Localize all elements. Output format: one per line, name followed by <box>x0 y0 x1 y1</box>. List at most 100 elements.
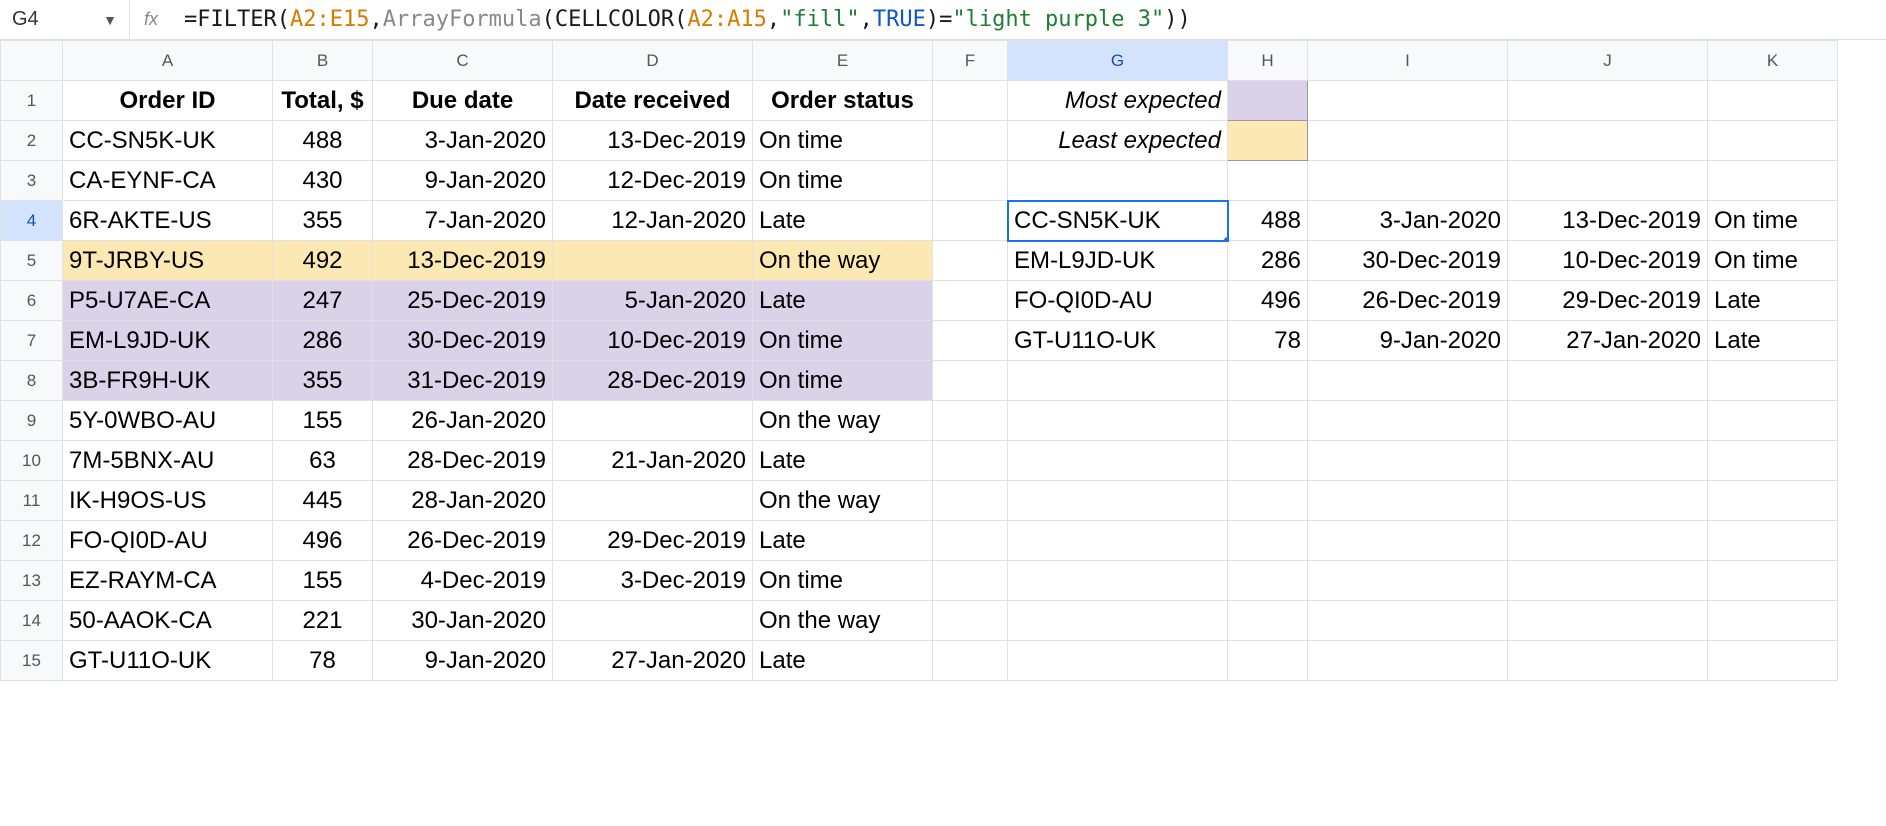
cell-C14[interactable]: 30-Jan-2020 <box>373 601 553 641</box>
cell-J11[interactable] <box>1508 481 1708 521</box>
cell-K10[interactable] <box>1708 441 1838 481</box>
cell-G3[interactable] <box>1008 161 1228 201</box>
cell-C13[interactable]: 4-Dec-2019 <box>373 561 553 601</box>
cell-C12[interactable]: 26-Dec-2019 <box>373 521 553 561</box>
cell-K11[interactable] <box>1708 481 1838 521</box>
cell-E15[interactable]: Late <box>753 641 933 681</box>
cell-D11[interactable] <box>553 481 753 521</box>
name-box[interactable]: G4 ▼ <box>0 0 130 39</box>
cell-B7[interactable]: 286 <box>273 321 373 361</box>
col-header-J[interactable]: J <box>1508 41 1708 81</box>
cell-J14[interactable] <box>1508 601 1708 641</box>
col-header-D[interactable]: D <box>553 41 753 81</box>
cell-J3[interactable] <box>1508 161 1708 201</box>
row-header-2[interactable]: 2 <box>1 121 63 161</box>
col-header-F[interactable]: F <box>933 41 1008 81</box>
cell-K5[interactable]: On time <box>1708 241 1838 281</box>
cell-I8[interactable] <box>1308 361 1508 401</box>
row-header-9[interactable]: 9 <box>1 401 63 441</box>
row-header-10[interactable]: 10 <box>1 441 63 481</box>
cell-C8[interactable]: 31-Dec-2019 <box>373 361 553 401</box>
cell-C6[interactable]: 25-Dec-2019 <box>373 281 553 321</box>
cell-F14[interactable] <box>933 601 1008 641</box>
cell-G6[interactable]: FO-QI0D-AU <box>1008 281 1228 321</box>
cell-B2[interactable]: 488 <box>273 121 373 161</box>
cell-F4[interactable] <box>933 201 1008 241</box>
cell-D4[interactable]: 12-Jan-2020 <box>553 201 753 241</box>
cell-H13[interactable] <box>1228 561 1308 601</box>
cell-H8[interactable] <box>1228 361 1308 401</box>
cell-G14[interactable] <box>1008 601 1228 641</box>
cell-C2[interactable]: 3-Jan-2020 <box>373 121 553 161</box>
cell-K4[interactable]: On time <box>1708 201 1838 241</box>
cell-D15[interactable]: 27-Jan-2020 <box>553 641 753 681</box>
cell-B8[interactable]: 355 <box>273 361 373 401</box>
cell-G7[interactable]: GT-U11O-UK <box>1008 321 1228 361</box>
cell-D5[interactable] <box>553 241 753 281</box>
cell-C11[interactable]: 28-Jan-2020 <box>373 481 553 521</box>
cell-F12[interactable] <box>933 521 1008 561</box>
cell-D3[interactable]: 12-Dec-2019 <box>553 161 753 201</box>
cell-F8[interactable] <box>933 361 1008 401</box>
cell-E7[interactable]: On time <box>753 321 933 361</box>
cell-I4[interactable]: 3-Jan-2020 <box>1308 201 1508 241</box>
cell-I3[interactable] <box>1308 161 1508 201</box>
cell-F6[interactable] <box>933 281 1008 321</box>
cell-J15[interactable] <box>1508 641 1708 681</box>
cell-K8[interactable] <box>1708 361 1838 401</box>
col-header-I[interactable]: I <box>1308 41 1508 81</box>
fill-handle[interactable] <box>1223 236 1228 241</box>
cell-E3[interactable]: On time <box>753 161 933 201</box>
cell-E11[interactable]: On the way <box>753 481 933 521</box>
cell-D8[interactable]: 28-Dec-2019 <box>553 361 753 401</box>
cell-A8[interactable]: 3B-FR9H-UK <box>63 361 273 401</box>
formula-input[interactable]: =FILTER(A2:E15,ArrayFormula(CELLCOLOR(A2… <box>180 7 1886 32</box>
cell-D6[interactable]: 5-Jan-2020 <box>553 281 753 321</box>
cell-J10[interactable] <box>1508 441 1708 481</box>
cell-J9[interactable] <box>1508 401 1708 441</box>
cell-B6[interactable]: 247 <box>273 281 373 321</box>
row-header-11[interactable]: 11 <box>1 481 63 521</box>
cell-B12[interactable]: 496 <box>273 521 373 561</box>
cell-D9[interactable] <box>553 401 753 441</box>
select-all-corner[interactable] <box>1 41 63 81</box>
cell-I7[interactable]: 9-Jan-2020 <box>1308 321 1508 361</box>
cell-K7[interactable]: Late <box>1708 321 1838 361</box>
cell-J12[interactable] <box>1508 521 1708 561</box>
cell-J13[interactable] <box>1508 561 1708 601</box>
cell-H7[interactable]: 78 <box>1228 321 1308 361</box>
cell-G13[interactable] <box>1008 561 1228 601</box>
cell-F9[interactable] <box>933 401 1008 441</box>
cell-E8[interactable]: On time <box>753 361 933 401</box>
cell-E5[interactable]: On the way <box>753 241 933 281</box>
cell-J6[interactable]: 29-Dec-2019 <box>1508 281 1708 321</box>
cell-E12[interactable]: Late <box>753 521 933 561</box>
cell-B15[interactable]: 78 <box>273 641 373 681</box>
cell-K9[interactable] <box>1708 401 1838 441</box>
row-header-5[interactable]: 5 <box>1 241 63 281</box>
row-header-12[interactable]: 12 <box>1 521 63 561</box>
cell-I2[interactable] <box>1308 121 1508 161</box>
row-header-14[interactable]: 14 <box>1 601 63 641</box>
cell-A6[interactable]: P5-U7AE-CA <box>63 281 273 321</box>
cell-K2[interactable] <box>1708 121 1838 161</box>
cell-C10[interactable]: 28-Dec-2019 <box>373 441 553 481</box>
cell-E9[interactable]: On the way <box>753 401 933 441</box>
cell-A9[interactable]: 5Y-0WBO-AU <box>63 401 273 441</box>
cell-H11[interactable] <box>1228 481 1308 521</box>
row-header-8[interactable]: 8 <box>1 361 63 401</box>
col-header-H[interactable]: H <box>1228 41 1308 81</box>
cell-K13[interactable] <box>1708 561 1838 601</box>
row-header-15[interactable]: 15 <box>1 641 63 681</box>
cell-B11[interactable]: 445 <box>273 481 373 521</box>
cell-C4[interactable]: 7-Jan-2020 <box>373 201 553 241</box>
cell-I15[interactable] <box>1308 641 1508 681</box>
row-header-4[interactable]: 4 <box>1 201 63 241</box>
cell-K3[interactable] <box>1708 161 1838 201</box>
cell-D2[interactable]: 13-Dec-2019 <box>553 121 753 161</box>
cell-I1[interactable] <box>1308 81 1508 121</box>
cell-G1[interactable]: Most expected <box>1008 81 1228 121</box>
cell-A7[interactable]: EM-L9JD-UK <box>63 321 273 361</box>
cell-A15[interactable]: GT-U11O-UK <box>63 641 273 681</box>
cell-A4[interactable]: 6R-AKTE-US <box>63 201 273 241</box>
